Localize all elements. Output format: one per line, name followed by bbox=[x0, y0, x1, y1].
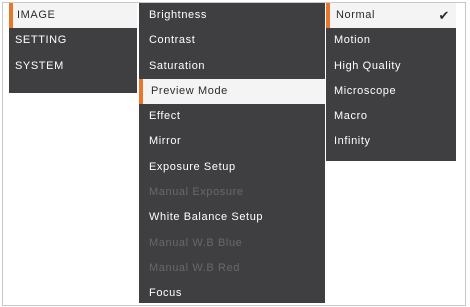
option-motion[interactable]: Motion bbox=[326, 28, 456, 53]
category-system[interactable]: SYSTEM bbox=[9, 54, 137, 79]
menu-item-preview-mode[interactable]: Preview Mode bbox=[139, 78, 325, 105]
menu-item-exposure-setup[interactable]: Exposure Setup bbox=[139, 155, 325, 180]
osd-menu-screen: IMAGE SETTING SYSTEM Brightness Contrast… bbox=[0, 0, 470, 307]
option-normal[interactable]: Normal ✔ bbox=[326, 3, 456, 29]
menu-item-white-balance-setup[interactable]: White Balance Setup bbox=[139, 205, 325, 230]
menu-item-contrast[interactable]: Contrast bbox=[139, 28, 325, 53]
option-normal-label: Normal bbox=[336, 9, 376, 21]
category-image[interactable]: IMAGE bbox=[9, 3, 137, 29]
menu-item-manual-wb-blue: Manual W.B Blue bbox=[149, 236, 243, 249]
menu-item-mirror[interactable]: Mirror bbox=[139, 129, 325, 154]
option-high-quality[interactable]: High Quality bbox=[326, 54, 456, 79]
option-microscope[interactable]: Microscope bbox=[326, 79, 456, 104]
preview-mode-submenu: Normal ✔ Motion High Quality Microscope … bbox=[326, 3, 456, 161]
menu-item-focus[interactable]: Focus bbox=[139, 281, 325, 306]
checkmark-icon: ✔ bbox=[438, 8, 450, 23]
category-menu: IMAGE SETTING SYSTEM bbox=[9, 3, 137, 93]
image-settings-menu: Brightness Contrast Saturation Preview M… bbox=[139, 3, 325, 303]
option-macro[interactable]: Macro bbox=[326, 104, 456, 129]
category-setting[interactable]: SETTING bbox=[9, 28, 137, 53]
menu-item-manual-wb-red: Manual W.B Red bbox=[149, 261, 240, 274]
menu-item-brightness[interactable]: Brightness bbox=[139, 3, 325, 28]
menu-item-effect[interactable]: Effect bbox=[139, 104, 325, 129]
menu-item-saturation[interactable]: Saturation bbox=[139, 54, 325, 79]
option-infinity[interactable]: Infinity bbox=[326, 129, 456, 154]
menu-item-manual-exposure: Manual Exposure bbox=[149, 186, 244, 199]
